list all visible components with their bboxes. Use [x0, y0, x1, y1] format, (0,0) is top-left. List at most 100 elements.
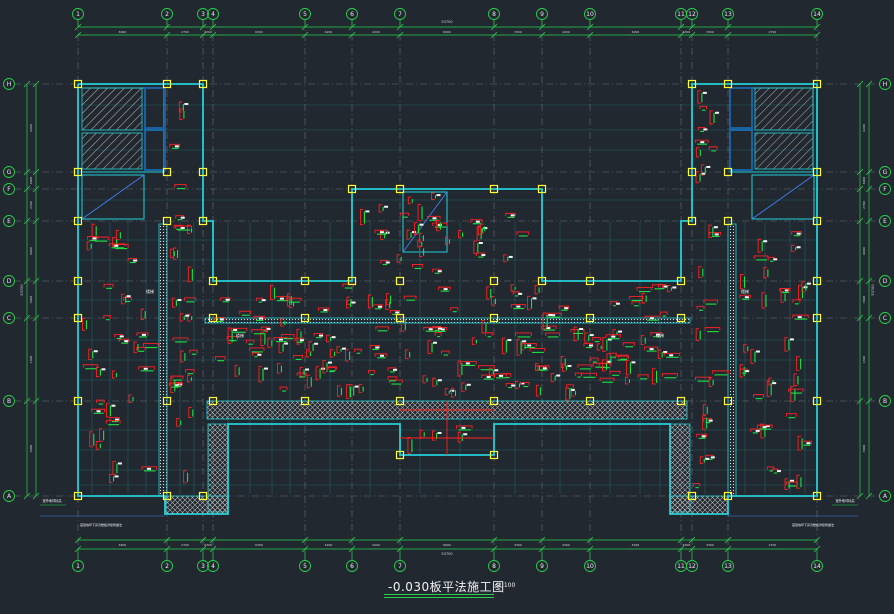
axis-bubble-top-1-label: 1 — [76, 11, 80, 18]
rebar-label-tag — [117, 462, 122, 465]
axis-bubble-right-C-label: C — [883, 315, 887, 322]
dimension-text-bottom: 3300 — [204, 543, 212, 547]
rebar-top-mark — [702, 415, 706, 431]
rebar-label-tag — [567, 364, 572, 367]
rebar-label-tag — [261, 299, 266, 302]
rebar-label-tag — [481, 254, 486, 257]
rebar-top-mark — [457, 431, 462, 443]
rebar-label-tag — [437, 327, 442, 330]
axis-bubble-top-9-label: 9 — [540, 11, 544, 18]
rebar-label-tag — [745, 370, 750, 373]
slab-opening-diagonal — [81, 174, 145, 220]
rebar-label-tag — [615, 302, 620, 305]
rebar-top-mark — [249, 347, 265, 351]
rebar-top-mark — [652, 368, 656, 385]
rebar-top-mark — [598, 363, 612, 367]
rebar-top-mark — [485, 332, 493, 336]
rebar-top-mark — [702, 404, 707, 416]
rebar-top-mark — [299, 367, 304, 377]
right-entry-slab-hatch — [669, 495, 729, 515]
dimension-text-top: 3300 — [706, 30, 714, 34]
rebar-top-mark — [699, 105, 708, 110]
rebar-top-mark — [622, 342, 635, 346]
rebar-label-tag — [433, 341, 438, 344]
axis-bubble-left-F-label: F — [7, 186, 11, 193]
axis-bubble-top-8-label: 8 — [492, 11, 496, 18]
rebar-label-tag — [713, 226, 718, 229]
rebar-label-tag — [233, 328, 238, 331]
rebar-top-mark — [793, 373, 797, 387]
rebar-label-tag — [508, 255, 513, 258]
rebar-label-tag — [478, 242, 483, 245]
slab-opening-diagonal — [402, 191, 448, 253]
rebar-label-tag — [703, 128, 708, 131]
rebar-top-mark — [293, 354, 304, 359]
rebar-top-mark — [88, 348, 92, 360]
rebar-top-mark — [757, 238, 762, 253]
dimension-text-top: 3300 — [514, 30, 522, 34]
rebar-top-mark — [704, 327, 721, 331]
axis-bubble-bottom-8-label: 8 — [492, 563, 496, 570]
rebar-top-mark — [179, 108, 183, 121]
rebar-top-mark — [403, 295, 417, 300]
rebar-top-mark — [427, 340, 432, 354]
rebar-top-mark — [753, 394, 764, 398]
rebar-label-tag — [437, 431, 442, 434]
rebar-label-tag — [177, 299, 182, 302]
rebar-top-mark — [785, 481, 798, 486]
rebar-top-mark — [375, 326, 389, 330]
axis-bubble-bottom-11-label: 11 — [677, 563, 685, 570]
rebar-top-mark — [184, 369, 195, 373]
axis-bubble-top-5-label: 5 — [303, 11, 307, 18]
rebar-label-tag — [225, 298, 230, 301]
rebar-label-tag — [556, 374, 561, 377]
rebar-top-mark — [451, 387, 455, 398]
rebar-label-tag — [219, 318, 224, 321]
dimension-text-right: 6000 — [862, 247, 866, 255]
rebar-top-mark — [432, 430, 436, 441]
rebar-label-tag — [522, 340, 527, 343]
rebar-top-mark — [510, 284, 515, 292]
rebar-top-mark — [590, 357, 599, 362]
rebar-label-tag — [784, 289, 789, 292]
rebar-top-mark — [278, 341, 283, 354]
rebar-label-tag — [589, 334, 594, 337]
rebar-top-mark — [566, 384, 574, 388]
rebar-label-tag — [507, 339, 512, 342]
rebar-top-mark — [780, 291, 785, 303]
rebar-top-mark — [703, 299, 718, 304]
axis-bubble-bottom-12-label: 12 — [688, 563, 696, 570]
rebar-label-tag — [428, 328, 433, 331]
title-underline-2 — [384, 597, 494, 598]
rebar-top-mark — [121, 293, 125, 305]
rebar-top-mark — [516, 338, 521, 356]
rebar-top-mark — [637, 374, 649, 378]
dimension-text-bottom: 6300 — [255, 543, 263, 547]
rebar-label-tag — [184, 103, 189, 106]
rebar-label-tag — [789, 338, 794, 341]
rebar-label-tag — [548, 314, 553, 317]
rebar-label-tag — [701, 435, 706, 438]
dimension-text-bottom: 6600 — [119, 543, 127, 547]
rebar-label-tag — [263, 367, 268, 370]
rebar-top-mark — [798, 284, 802, 300]
drawing-title-block: -0.030板平法施工图 1:100 — [380, 577, 540, 599]
rebar-label-tag — [266, 328, 271, 331]
rebar-top-mark — [96, 399, 105, 404]
axis-bubble-right-G-label: G — [883, 169, 888, 176]
rebar-top-mark — [407, 196, 412, 205]
rebar-label-tag — [375, 346, 380, 349]
rebar-label-tag — [498, 374, 503, 377]
rebar-top-mark — [187, 266, 192, 283]
rebar-label-tag — [669, 354, 674, 357]
dimension-text-bottom: 6600 — [443, 543, 451, 547]
rebar-top-mark — [661, 373, 678, 377]
rebar-top-mark — [473, 240, 477, 255]
rebar-top-mark — [176, 417, 180, 427]
rebar-label-tag — [377, 305, 382, 308]
axis-bubble-top-14-label: 14 — [813, 11, 821, 18]
drawing-scale: 1:100 — [498, 582, 516, 589]
axis-bubble-bottom-7-label: 7 — [398, 563, 402, 570]
rebar-label-tag — [702, 91, 707, 94]
rebar-top-mark — [142, 343, 159, 347]
